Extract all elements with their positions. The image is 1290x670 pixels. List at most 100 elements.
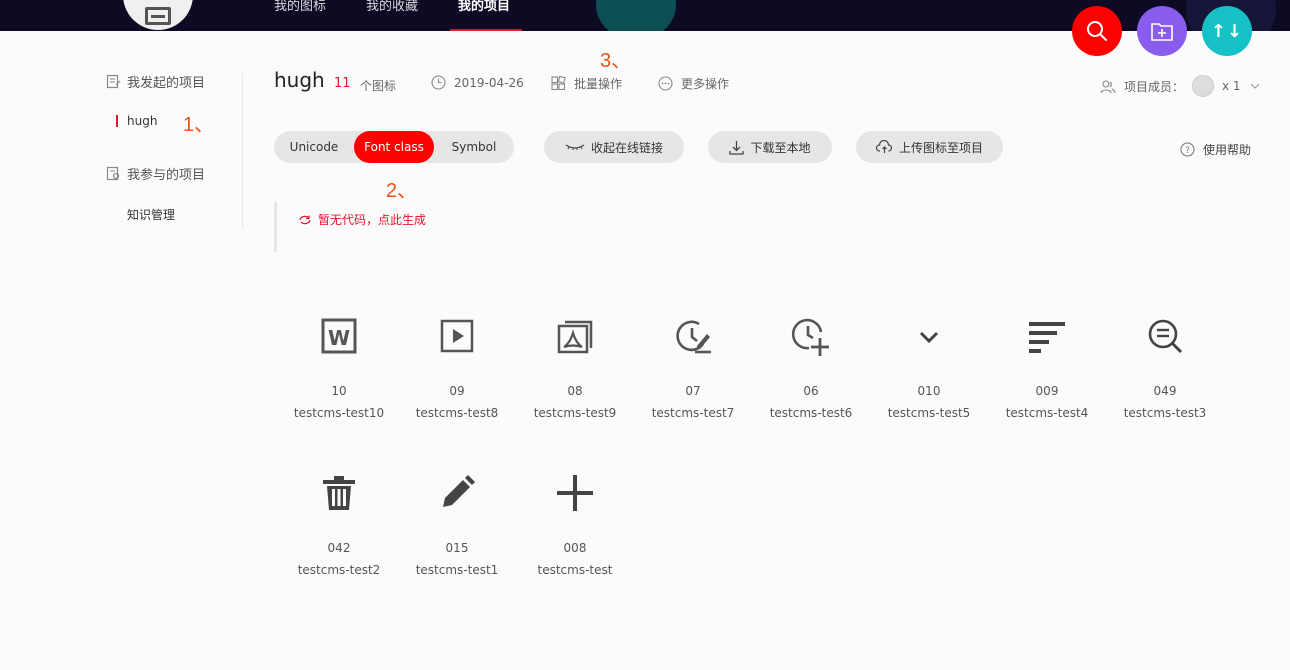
svg-text:W: W <box>328 326 350 350</box>
refresh-icon <box>299 215 311 224</box>
icon-card[interactable]: 09 testcms-test8 <box>398 312 516 452</box>
download-icon <box>729 140 745 155</box>
icon-code: 010 <box>917 384 941 398</box>
users-icon <box>1100 79 1116 93</box>
download-button[interactable]: 下载至本地 <box>708 131 832 163</box>
word-icon: W <box>321 318 357 354</box>
tab-unicode[interactable]: Unicode <box>274 131 354 163</box>
edit-list-icon <box>106 74 121 89</box>
help-link[interactable]: ? 使用帮助 <box>1180 141 1251 158</box>
plus-icon <box>557 475 593 511</box>
icon-code: 08 <box>567 384 583 398</box>
search-fab-button[interactable] <box>1072 6 1122 56</box>
icon-code: 042 <box>327 541 351 555</box>
icon-code: 015 <box>445 541 469 555</box>
project-title: hugh <box>274 68 325 92</box>
annotation-1: 1、 <box>183 114 215 136</box>
collapse-link-label: 收起在线链接 <box>590 140 663 155</box>
nav-active-indicator <box>450 29 522 31</box>
generate-code-link[interactable]: 暂无代码，点此生成 <box>298 211 426 228</box>
add-folder-fab-button[interactable] <box>1137 6 1187 56</box>
code-area-border <box>274 202 277 252</box>
sort-fab-button[interactable]: ↑↓ <box>1202 6 1252 56</box>
icon-code: 008 <box>563 541 587 555</box>
project-date: 2019-04-26 <box>431 75 524 90</box>
icon-card[interactable]: 008 testcms-test <box>516 469 634 609</box>
icon-code: 009 <box>1035 384 1059 398</box>
icon-name: testcms-test3 <box>1123 406 1207 420</box>
annotation-2: 2、 <box>386 180 418 202</box>
nav-my-favorites[interactable]: 我的收藏 <box>366 0 418 31</box>
svg-text:?: ? <box>1185 146 1190 156</box>
sidebar-item-hugh[interactable]: hugh <box>127 114 157 128</box>
nav-my-icons[interactable]: 我的图标 <box>274 0 326 31</box>
icon-card[interactable]: 015 testcms-test1 <box>398 469 516 609</box>
icon-card[interactable]: 08 testcms-test9 <box>516 312 634 452</box>
tab-symbol[interactable]: Symbol <box>434 131 514 163</box>
icon-card[interactable]: 07 testcms-test7 <box>634 312 752 452</box>
tab-font-class[interactable]: Font class <box>354 131 434 163</box>
cloud-upload-icon <box>875 140 893 153</box>
project-members[interactable]: 项目成员： x 1 <box>1100 75 1261 97</box>
grid-icon <box>551 76 566 91</box>
code-type-tabs: Unicode Font class Symbol <box>274 131 514 163</box>
clock-icon <box>431 75 446 90</box>
eye-closed-icon <box>565 144 585 150</box>
clock-edit-icon <box>676 320 711 354</box>
more-icon <box>658 76 673 91</box>
sort-icon: ↑↓ <box>1210 20 1244 42</box>
icon-code: 07 <box>685 384 701 398</box>
logo-icon <box>145 7 171 25</box>
icon-card[interactable]: 009 testcms-test4 <box>988 312 1106 452</box>
batch-operation-label: 批量操作 <box>574 77 623 91</box>
trash-icon <box>323 476 355 510</box>
icon-card[interactable]: 010 testcms-test5 <box>870 312 988 452</box>
icon-card[interactable]: 042 testcms-test2 <box>280 469 398 609</box>
chevron-down-icon <box>1250 83 1259 89</box>
pdf-icon <box>557 320 593 354</box>
icon-name: testcms-test4 <box>1005 406 1089 420</box>
icon-code: 06 <box>803 384 819 398</box>
search-list-icon <box>1148 319 1183 354</box>
nav-my-projects[interactable]: 我的项目 <box>458 0 510 31</box>
align-left-icon <box>1029 322 1065 353</box>
sidebar-item-knowledge[interactable]: 知识管理 <box>127 206 175 223</box>
help-label: 使用帮助 <box>1203 143 1252 157</box>
more-operations-label: 更多操作 <box>681 77 730 91</box>
sidebar-heading-label: 我发起的项目 <box>127 76 206 91</box>
icon-name: testcms-test9 <box>533 406 617 420</box>
batch-operation-button[interactable]: 批量操作 <box>551 75 622 92</box>
folder-add-icon <box>1151 23 1173 41</box>
icon-name: testcms-test6 <box>769 406 853 420</box>
generate-code-label: 暂无代码，点此生成 <box>318 213 427 227</box>
icon-name: testcms-test8 <box>415 406 499 420</box>
sidebar-heading-label: 我参与的项目 <box>127 168 206 183</box>
icon-count-label: 个图标 <box>360 79 397 93</box>
collapse-online-link-button[interactable]: 收起在线链接 <box>544 131 684 163</box>
sidebar-heading-joined: 我参与的项目 <box>106 164 205 183</box>
search-list-icon <box>106 166 120 181</box>
play-box-icon <box>440 319 474 353</box>
upload-label: 上传图标至项目 <box>898 140 983 155</box>
icon-card[interactable]: 06 testcms-test6 <box>752 312 870 452</box>
icon-name: testcms-test <box>537 563 613 577</box>
icon-name: testcms-test7 <box>651 406 735 420</box>
more-operations-button[interactable]: 更多操作 <box>658 75 729 92</box>
icon-card[interactable]: 049 testcms-test3 <box>1106 312 1224 452</box>
icon-code: 10 <box>331 384 347 398</box>
chevron-down-icon <box>919 331 939 344</box>
project-date-text: 2019-04-26 <box>454 75 524 90</box>
help-icon: ? <box>1180 142 1195 157</box>
sidebar-divider <box>242 73 243 229</box>
avatar <box>1192 75 1215 97</box>
pencil-icon <box>443 475 475 507</box>
clock-add-icon <box>791 318 829 356</box>
upload-button[interactable]: 上传图标至项目 <box>856 131 1003 163</box>
icon-name: testcms-test1 <box>415 563 499 577</box>
icon-code: 049 <box>1153 384 1177 398</box>
icon-code: 09 <box>449 384 465 398</box>
icon-card[interactable]: W 10 testcms-test10 <box>280 312 398 452</box>
icon-name: testcms-test2 <box>297 563 381 577</box>
icon-name: testcms-test10 <box>293 406 385 420</box>
site-logo[interactable] <box>123 0 193 30</box>
